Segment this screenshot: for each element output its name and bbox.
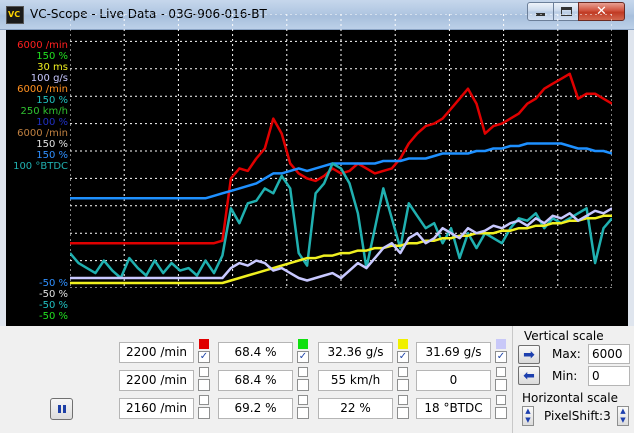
channel-value: 2200 /min bbox=[119, 342, 194, 363]
channel-color-swatch[interactable] bbox=[199, 339, 209, 349]
axis-label-top: 100 g/s bbox=[30, 73, 68, 84]
channel-value: 2200 /min bbox=[119, 370, 194, 391]
channel-color-swatch[interactable] bbox=[496, 395, 506, 405]
axis-label-top: 100 °BTDC bbox=[13, 161, 68, 172]
channel-value: 31.69 g/s bbox=[416, 342, 491, 363]
axis-label-top: 250 km/h bbox=[20, 106, 68, 117]
channel-checkbox[interactable] bbox=[495, 379, 507, 391]
horizontal-scale-label: Horizontal scale bbox=[522, 391, 619, 405]
channel-checkbox[interactable]: ✓ bbox=[198, 351, 210, 363]
scope-plot bbox=[70, 14, 612, 288]
hscale-spin-right[interactable]: ▲ ▼ bbox=[617, 406, 629, 426]
channel-color-swatch[interactable] bbox=[496, 367, 506, 377]
channel-checkbox[interactable] bbox=[495, 407, 507, 419]
scale-left-button[interactable]: ⬅ bbox=[518, 366, 540, 385]
channel-color-swatch[interactable] bbox=[298, 367, 308, 377]
axis-label-top: 150 % bbox=[36, 51, 68, 62]
spin-arrows-icon: ▲ ▼ bbox=[525, 407, 531, 424]
channel-checkbox[interactable] bbox=[198, 407, 210, 419]
min-label: Min: bbox=[552, 369, 578, 383]
channel-checkbox[interactable] bbox=[397, 379, 409, 391]
axis-label-top: 6000 /min bbox=[17, 40, 68, 51]
channel-color-swatch[interactable] bbox=[398, 395, 408, 405]
axis-label-top: 150 % bbox=[36, 139, 68, 150]
channel-checkbox[interactable] bbox=[297, 407, 309, 419]
axis-label-top: 150 % bbox=[36, 95, 68, 106]
channel-color-swatch[interactable] bbox=[199, 395, 209, 405]
arrow-right-icon: ➡ bbox=[523, 346, 535, 363]
channel-checkbox[interactable]: ✓ bbox=[297, 351, 309, 363]
app-icon bbox=[6, 6, 24, 24]
channel-checkbox[interactable]: ✓ bbox=[495, 351, 507, 363]
channel-checkbox[interactable] bbox=[297, 379, 309, 391]
axis-label-top: 100 % bbox=[36, 117, 68, 128]
hscale-spin-left[interactable]: ▲ ▼ bbox=[522, 406, 534, 426]
channel-value: 18 °BTDC bbox=[416, 398, 491, 419]
channel-color-swatch[interactable] bbox=[398, 339, 408, 349]
axis-label-bottom: -50 % bbox=[38, 289, 68, 300]
max-label: Max: bbox=[552, 347, 581, 361]
spin-arrows-icon: ▲ ▼ bbox=[620, 407, 626, 424]
channel-color-swatch[interactable] bbox=[398, 367, 408, 377]
axis-label-bottom: -50 % bbox=[38, 311, 68, 322]
channel-value: 68.4 % bbox=[218, 370, 293, 391]
channel-value: 55 km/h bbox=[318, 370, 393, 391]
channel-color-swatch[interactable] bbox=[298, 395, 308, 405]
channel-value: 69.2 % bbox=[218, 398, 293, 419]
axis-label-bottom: -50 % bbox=[38, 278, 68, 289]
panel-separator bbox=[512, 326, 513, 433]
axis-labels: 6000 /min 150 % 30 ms 100 g/s 6000 /min 150 %… bbox=[6, 40, 70, 330]
pause-icon bbox=[57, 405, 66, 413]
scale-right-button[interactable]: ➡ bbox=[518, 345, 540, 364]
axis-label-bottom: -50 % bbox=[38, 300, 68, 311]
axis-label-top: 150 % bbox=[36, 150, 68, 161]
min-input[interactable]: 0 bbox=[588, 366, 630, 386]
axis-label-top: 6000 /min bbox=[17, 84, 68, 95]
axis-label-top: 30 ms bbox=[37, 62, 68, 73]
channel-checkbox[interactable] bbox=[198, 379, 210, 391]
vertical-scale-label: Vertical scale bbox=[524, 329, 604, 343]
pixelshift-value: PixelShift:3 bbox=[544, 409, 611, 423]
channel-color-swatch[interactable] bbox=[199, 367, 209, 377]
axis-label-top: 6000 /min bbox=[17, 128, 68, 139]
channel-value: 68.4 % bbox=[218, 342, 293, 363]
channel-checkbox[interactable]: ✓ bbox=[397, 351, 409, 363]
channel-value: 2160 /min bbox=[119, 398, 194, 419]
arrow-left-icon: ⬅ bbox=[523, 367, 535, 384]
channel-value: 22 % bbox=[318, 398, 393, 419]
channel-color-swatch[interactable] bbox=[298, 339, 308, 349]
channel-value: 0 bbox=[416, 370, 491, 391]
channel-checkbox[interactable] bbox=[397, 407, 409, 419]
channel-value: 32.36 g/s bbox=[318, 342, 393, 363]
max-input[interactable]: 6000 bbox=[588, 344, 630, 364]
channel-color-swatch[interactable] bbox=[496, 339, 506, 349]
pause-button[interactable] bbox=[50, 398, 73, 420]
